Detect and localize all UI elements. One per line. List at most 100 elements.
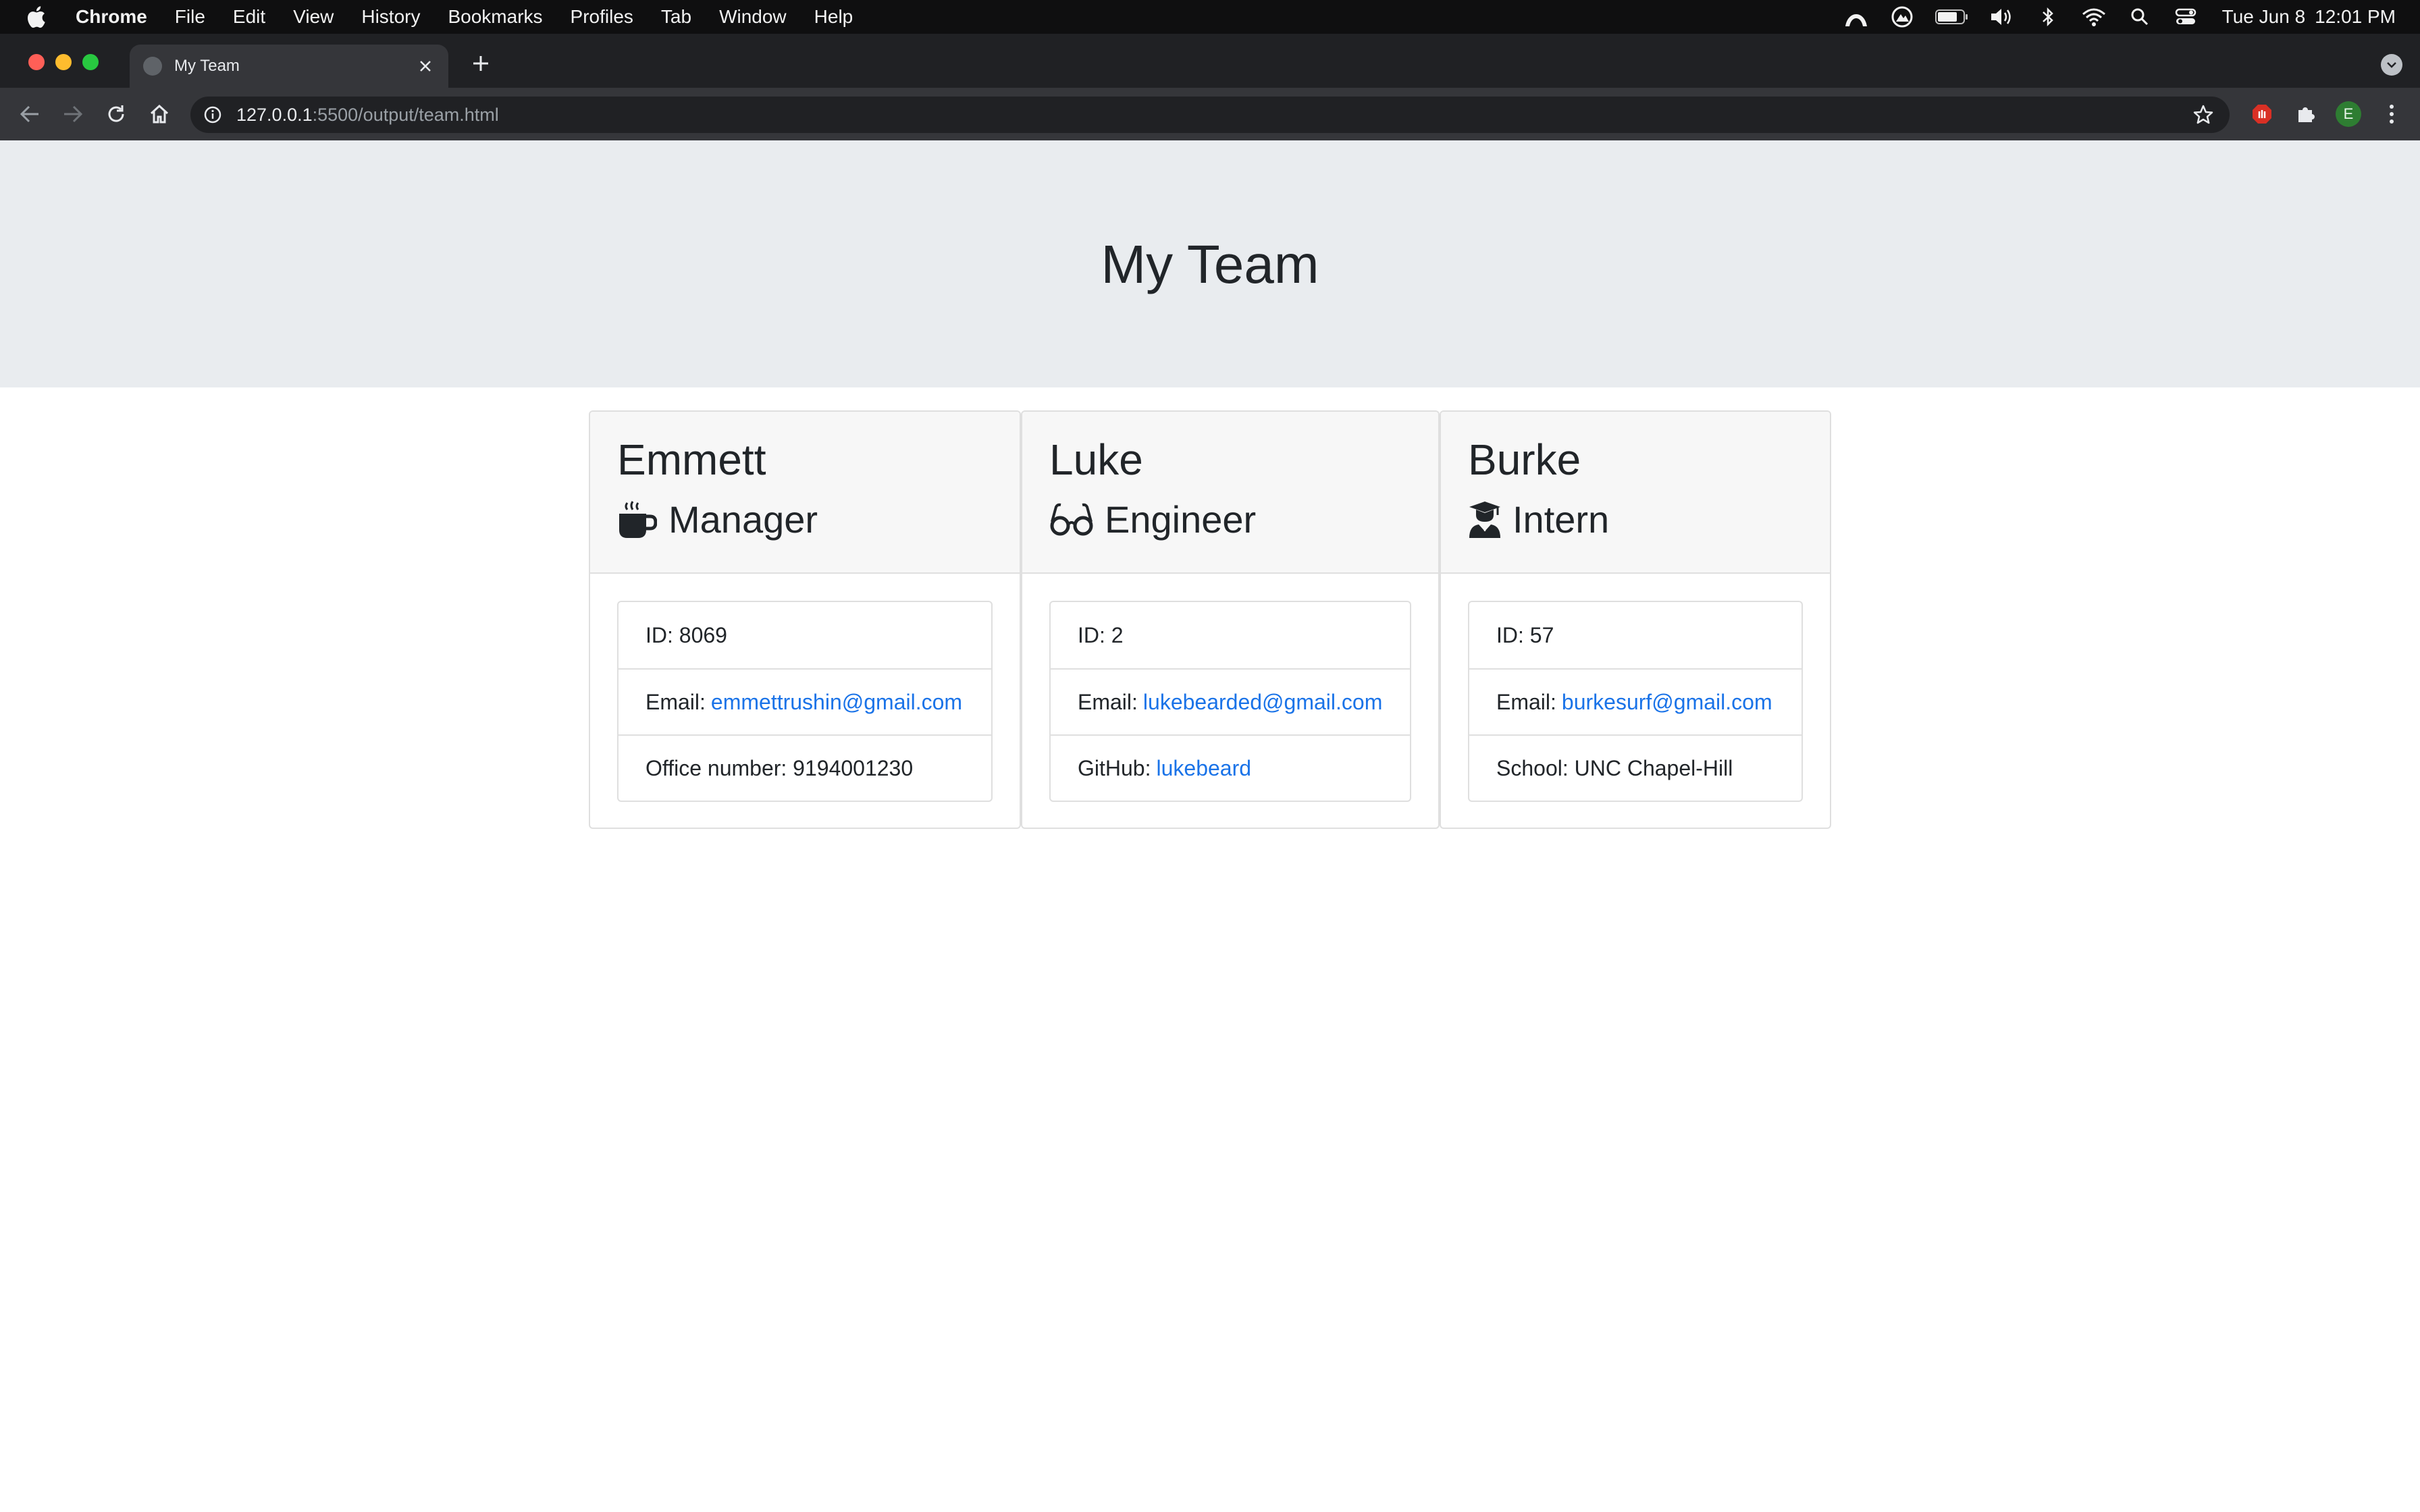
glasses-icon bbox=[1049, 501, 1094, 539]
employee-name: Luke bbox=[1049, 435, 1143, 484]
employee-card-intern: Burke Intern ID: 57 Email: burkesurf@gmai… bbox=[1440, 410, 1831, 829]
battery-icon[interactable] bbox=[1935, 3, 1970, 30]
card-body: ID: 2 Email: lukebearded@gmail.com GitHub… bbox=[1022, 574, 1438, 802]
id-label: ID: bbox=[646, 622, 673, 647]
github-link[interactable]: lukebeard bbox=[1156, 756, 1251, 781]
toolbar-right-actions: E bbox=[2235, 98, 2408, 130]
id-label: ID: bbox=[1496, 622, 1524, 647]
zoom-window-button[interactable] bbox=[82, 54, 99, 70]
employee-email-row: Email: burkesurf@gmail.com bbox=[1469, 668, 1801, 734]
browser-tab-active[interactable]: My Team bbox=[130, 45, 448, 88]
spotlight-search-icon[interactable] bbox=[2126, 3, 2153, 30]
employee-school-row: School: UNC Chapel-Hill bbox=[1469, 734, 1801, 801]
email-label: Email: bbox=[1078, 689, 1138, 714]
menu-app-name[interactable]: Chrome bbox=[76, 6, 147, 28]
mug-icon bbox=[617, 501, 658, 539]
status-area: Tue Jun 8 12:01 PM bbox=[1824, 0, 2396, 34]
menu-bookmarks[interactable]: Bookmarks bbox=[448, 6, 542, 28]
email-link[interactable]: emmettrushin@gmail.com bbox=[711, 690, 962, 715]
card-body: ID: 57 Email: burkesurf@gmail.com School:… bbox=[1441, 574, 1830, 802]
email-label: Email: bbox=[646, 689, 706, 714]
globe-icon bbox=[143, 57, 162, 76]
employee-name: Burke bbox=[1468, 435, 1581, 484]
id-value: 57 bbox=[1529, 622, 1554, 647]
address-bar[interactable]: 127.0.0.1:5500/output/team.html bbox=[190, 97, 2230, 133]
minimize-window-button[interactable] bbox=[55, 54, 72, 70]
employee-email-row: Email: lukebearded@gmail.com bbox=[1051, 668, 1410, 734]
close-window-button[interactable] bbox=[28, 54, 45, 70]
more-menu-icon[interactable] bbox=[2375, 98, 2408, 130]
card-header: Burke Intern bbox=[1441, 412, 1830, 574]
employee-role-label: Manager bbox=[668, 498, 818, 541]
macos-menu-bar: Chrome File Edit View History Bookmarks … bbox=[0, 0, 2420, 34]
control-center-icon[interactable] bbox=[2172, 3, 2199, 30]
employee-role: Engineer bbox=[1049, 493, 1438, 547]
employee-details-list: ID: 57 Email: burkesurf@gmail.com School:… bbox=[1468, 601, 1803, 802]
employee-details-list: ID: 8069 Email: emmettrushin@gmail.com Of… bbox=[617, 601, 993, 802]
employee-details-list: ID: 2 Email: lukebearded@gmail.com GitHub… bbox=[1049, 601, 1411, 802]
employee-name: Emmett bbox=[617, 435, 766, 484]
id-label: ID: bbox=[1078, 622, 1105, 647]
tab-search-chevron-icon[interactable] bbox=[2381, 54, 2402, 76]
menu-help[interactable]: Help bbox=[814, 6, 853, 28]
email-label: Email: bbox=[1496, 689, 1556, 714]
github-label: GitHub: bbox=[1078, 755, 1151, 780]
card-header: Luke Engineer bbox=[1022, 412, 1438, 574]
school-label: School: bbox=[1496, 755, 1569, 780]
arc-app-icon[interactable] bbox=[1843, 3, 1870, 30]
graduate-icon bbox=[1468, 501, 1502, 539]
employee-id-row: ID: 57 bbox=[1469, 602, 1801, 668]
menu-window[interactable]: Window bbox=[719, 6, 787, 28]
close-tab-icon[interactable] bbox=[416, 57, 435, 76]
employee-role: Intern bbox=[1468, 493, 1830, 547]
avatar: E bbox=[2336, 101, 2361, 127]
url-host: 127.0.0.1 bbox=[236, 104, 313, 125]
employee-role-label: Intern bbox=[1512, 498, 1610, 541]
employee-role-label: Engineer bbox=[1105, 498, 1257, 541]
forward-arrow-icon[interactable] bbox=[57, 98, 89, 130]
reload-icon[interactable] bbox=[100, 98, 132, 130]
employee-office-row: Office number: 9194001230 bbox=[619, 734, 991, 801]
page-header-jumbotron: My Team bbox=[0, 140, 2420, 387]
adblock-extension-icon[interactable] bbox=[2246, 98, 2278, 130]
menu-profiles[interactable]: Profiles bbox=[571, 6, 633, 28]
menu-clock[interactable]: Tue Jun 8 12:01 PM bbox=[2222, 6, 2396, 28]
employee-role: Manager bbox=[617, 493, 1020, 547]
mountain-circle-icon[interactable] bbox=[1889, 3, 1916, 30]
tab-title: My Team bbox=[174, 57, 240, 75]
id-value: 8069 bbox=[679, 622, 727, 647]
email-link[interactable]: lukebearded@gmail.com bbox=[1143, 690, 1382, 715]
employee-id-row: ID: 2 bbox=[1051, 602, 1410, 668]
id-value: 2 bbox=[1111, 622, 1124, 647]
page-title: My Team bbox=[1101, 234, 1319, 294]
menu-file[interactable]: File bbox=[175, 6, 205, 28]
wifi-icon[interactable] bbox=[2080, 3, 2107, 30]
new-tab-plus-icon[interactable] bbox=[467, 50, 494, 77]
back-arrow-icon[interactable] bbox=[14, 98, 46, 130]
menu-tab[interactable]: Tab bbox=[661, 6, 691, 28]
menu-edit[interactable]: Edit bbox=[233, 6, 265, 28]
volume-icon[interactable] bbox=[1989, 3, 2016, 30]
email-link[interactable]: burkesurf@gmail.com bbox=[1562, 690, 1772, 715]
home-icon[interactable] bbox=[143, 98, 176, 130]
extensions-puzzle-icon[interactable] bbox=[2289, 98, 2321, 130]
browser-toolbar: 127.0.0.1:5500/output/team.html E bbox=[0, 88, 2420, 140]
school-value: UNC Chapel-Hill bbox=[1574, 755, 1733, 780]
site-info-icon[interactable] bbox=[203, 105, 223, 125]
url-text[interactable]: 127.0.0.1:5500/output/team.html bbox=[236, 105, 499, 126]
office-label: Office number: bbox=[646, 755, 787, 780]
menu-history[interactable]: History bbox=[361, 6, 420, 28]
menu-view[interactable]: View bbox=[293, 6, 334, 28]
profile-avatar[interactable]: E bbox=[2332, 98, 2365, 130]
browser-tab-strip: My Team bbox=[0, 34, 2420, 88]
apple-logo-icon[interactable] bbox=[26, 5, 53, 28]
bluetooth-icon[interactable] bbox=[2034, 3, 2061, 30]
office-value: 9194001230 bbox=[793, 755, 914, 780]
url-path: :5500/output/team.html bbox=[312, 104, 499, 125]
window-controls bbox=[28, 54, 109, 70]
bookmark-star-icon[interactable] bbox=[2193, 105, 2213, 125]
clock-time: 12:01 PM bbox=[2315, 6, 2396, 27]
card-body: ID: 8069 Email: emmettrushin@gmail.com Of… bbox=[590, 574, 1020, 802]
employee-email-row: Email: emmettrushin@gmail.com bbox=[619, 668, 991, 734]
card-header: Emmett Manager bbox=[590, 412, 1020, 574]
